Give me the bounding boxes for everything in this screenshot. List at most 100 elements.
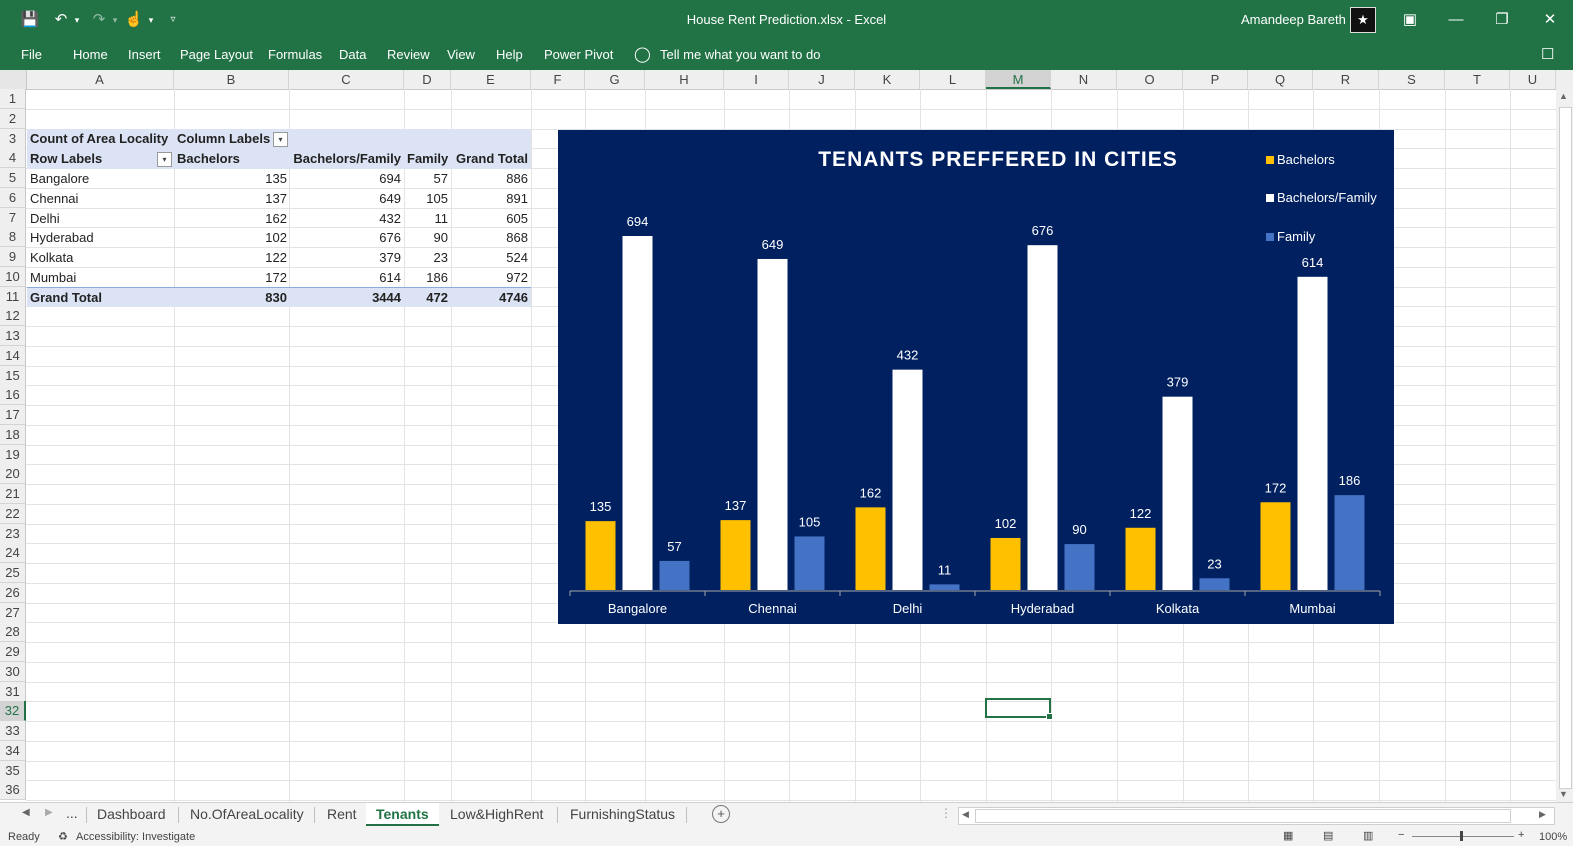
column-header-k[interactable]: K [855, 70, 920, 89]
pivot-value-cell[interactable]: 186 [404, 268, 451, 288]
pivot-row-label[interactable]: Delhi [27, 209, 174, 229]
tab-file[interactable]: File [21, 47, 42, 62]
pivot-value-cell[interactable]: 432 [290, 209, 404, 229]
pivot-value-cell[interactable]: 886 [451, 169, 531, 189]
pivot-total-bachelors[interactable]: 830 [174, 287, 290, 307]
pivot-value-cell[interactable]: 23 [404, 248, 451, 268]
sheet-tab-no-of-area-locality[interactable]: No.OfAreaLocality [190, 803, 304, 827]
row-header-31[interactable]: 31 [0, 681, 26, 702]
tab-review[interactable]: Review [387, 47, 430, 62]
split-handle-icon[interactable]: ⋮ [940, 806, 952, 820]
row-header-18[interactable]: 18 [0, 424, 26, 445]
row-header-3[interactable]: 3 [0, 128, 26, 149]
row-header-1[interactable]: 1 [0, 89, 26, 109]
pivot-total-bachelors-family[interactable]: 3444 [290, 287, 404, 307]
restore-icon[interactable]: ❐ [1490, 8, 1514, 32]
scroll-right-icon[interactable]: ▶ [1539, 809, 1546, 820]
pivot-value-cell[interactable]: 137 [174, 189, 290, 209]
vertical-scrollbar[interactable]: ▲ ▼ [1556, 89, 1573, 802]
minimize-icon[interactable]: — [1444, 8, 1468, 32]
row-header-34[interactable]: 34 [0, 740, 26, 761]
column-header-b[interactable]: B [174, 70, 289, 89]
row-header-5[interactable]: 5 [0, 168, 26, 188]
accessibility-icon[interactable]: ♻ [58, 830, 68, 843]
column-header-a[interactable]: A [26, 70, 174, 89]
tab-power-pivot[interactable]: Power Pivot [544, 47, 613, 62]
zoom-slider[interactable] [1412, 836, 1514, 837]
column-header-u[interactable]: U [1510, 70, 1556, 89]
column-header-l[interactable]: L [920, 70, 986, 89]
row-header-14[interactable]: 14 [0, 345, 26, 366]
next-sheet-icon[interactable]: ▶ [45, 807, 53, 818]
row-header-28[interactable]: 28 [0, 622, 26, 643]
pivot-total-label[interactable]: Grand Total [27, 287, 174, 307]
sheet-tab-tenants[interactable]: Tenants [366, 803, 439, 827]
page-layout-view-icon[interactable]: ▤ [1323, 829, 1333, 842]
normal-view-icon[interactable]: ▦ [1283, 829, 1293, 842]
column-header-j[interactable]: J [789, 70, 855, 89]
pivot-value-cell[interactable]: 524 [451, 248, 531, 268]
pivot-value-cell[interactable]: 649 [290, 189, 404, 209]
row-header-26[interactable]: 26 [0, 582, 26, 603]
select-all-corner[interactable] [0, 70, 27, 89]
row-header-13[interactable]: 13 [0, 326, 26, 346]
close-icon[interactable]: ✕ [1538, 8, 1562, 32]
tab-formulas[interactable]: Formulas [268, 47, 322, 62]
tenants-bar-chart[interactable]: TENANTS PREFFERED IN CITIES Bachelors Ba… [558, 130, 1394, 624]
avatar[interactable]: ★ [1350, 7, 1376, 33]
pivot-value-cell[interactable]: 105 [404, 189, 451, 209]
pivot-value-cell[interactable]: 379 [290, 248, 404, 268]
pivot-value-cell[interactable]: 135 [174, 169, 290, 189]
active-cell-M32[interactable] [985, 698, 1053, 720]
column-header-h[interactable]: H [645, 70, 724, 89]
sheet-tab-dashboard[interactable]: Dashboard [97, 803, 166, 827]
column-header-q[interactable]: Q [1248, 70, 1313, 89]
zoom-in-icon[interactable]: + [1518, 829, 1524, 841]
scroll-left-icon[interactable]: ◀ [962, 809, 969, 820]
sheet-tab-furnishing-status[interactable]: FurnishingStatus [570, 803, 675, 827]
pivot-header-bachelors-family[interactable]: Bachelors/Family [290, 149, 404, 169]
prev-sheet-icon[interactable]: ◀ [22, 807, 30, 818]
pivot-row-labels[interactable]: Row Labels [27, 149, 174, 169]
pivot-value-cell[interactable]: 90 [404, 228, 451, 248]
pivot-row-label[interactable]: Kolkata [27, 248, 174, 268]
more-sheets[interactable]: ... [66, 805, 78, 821]
column-header-r[interactable]: R [1313, 70, 1379, 89]
pivot-value-cell[interactable]: 172 [174, 268, 290, 288]
pivot-total-family[interactable]: 472 [404, 287, 451, 307]
pivot-value-cell[interactable]: 57 [404, 169, 451, 189]
pivot-value-cell[interactable]: 694 [290, 169, 404, 189]
tab-help[interactable]: Help [496, 47, 523, 62]
accessibility-status[interactable]: Accessibility: Investigate [76, 831, 195, 843]
zoom-out-icon[interactable]: − [1398, 829, 1404, 841]
pivot-value-cell[interactable]: 868 [451, 228, 531, 248]
column-header-e[interactable]: E [451, 70, 531, 89]
lightbulb-icon[interactable]: ◯ [634, 45, 651, 63]
row-header-15[interactable]: 15 [0, 365, 26, 386]
row-header-4[interactable]: 4 [0, 148, 26, 169]
tab-data[interactable]: Data [339, 47, 366, 62]
column-filter-dropdown-icon[interactable]: ▾ [273, 132, 288, 147]
sheet-tab-low-high-rent[interactable]: Low&HighRent [450, 803, 543, 827]
row-header-12[interactable]: 12 [0, 306, 26, 327]
pivot-value-cell[interactable]: 605 [451, 209, 531, 229]
page-break-view-icon[interactable]: ▥ [1363, 829, 1373, 842]
column-header-i[interactable]: I [724, 70, 789, 89]
scroll-down-icon[interactable]: ▼ [1559, 789, 1568, 799]
row-header-29[interactable]: 29 [0, 642, 26, 662]
row-header-6[interactable]: 6 [0, 187, 26, 208]
sheet-tab-rent[interactable]: Rent [327, 803, 357, 827]
row-header-10[interactable]: 10 [0, 266, 26, 287]
pivot-value-cell[interactable]: 162 [174, 209, 290, 229]
ribbon-display-icon[interactable]: ▣ [1398, 8, 1422, 32]
pivot-row-label[interactable]: Bangalore [27, 169, 174, 189]
column-header-o[interactable]: O [1117, 70, 1183, 89]
pivot-header-family[interactable]: Family [404, 149, 451, 169]
user-name[interactable]: Amandeep Bareth [1241, 12, 1346, 27]
row-header-17[interactable]: 17 [0, 405, 26, 425]
column-header-m[interactable]: M [986, 70, 1051, 89]
row-header-23[interactable]: 23 [0, 523, 26, 544]
row-header-8[interactable]: 8 [0, 227, 26, 248]
row-header-24[interactable]: 24 [0, 543, 26, 564]
zoom-slider-thumb[interactable] [1460, 831, 1463, 841]
